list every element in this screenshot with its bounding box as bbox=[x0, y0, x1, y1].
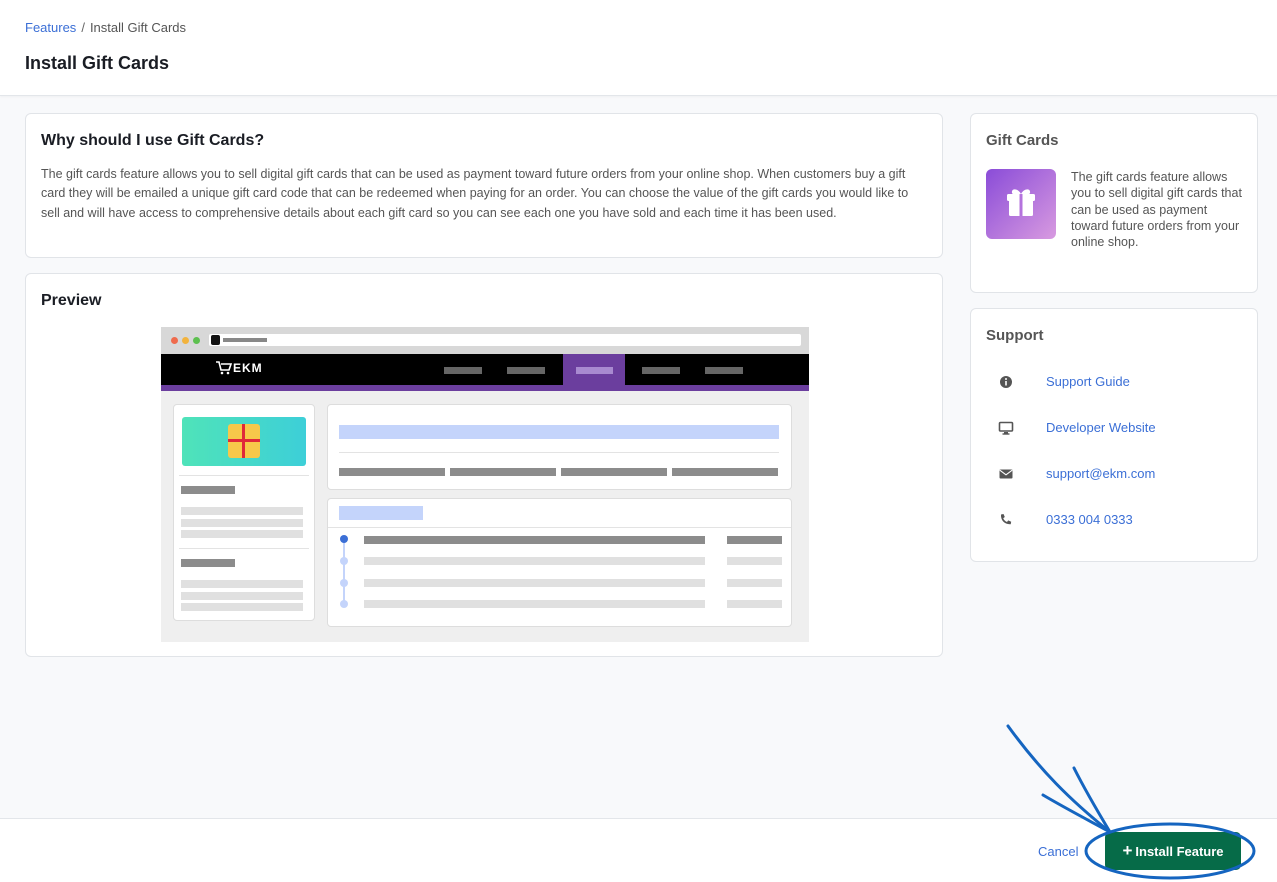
page-title: Install Gift Cards bbox=[25, 53, 170, 73]
cancel-button[interactable]: Cancel bbox=[1038, 844, 1078, 859]
support-email-row[interactable]: support@ekm.com bbox=[986, 464, 1236, 484]
page-header: Features / Install Gift Cards Install Gift… bbox=[0, 0, 1277, 96]
mock-nav-item bbox=[705, 367, 743, 374]
developer-website-link[interactable]: Developer Website bbox=[1046, 420, 1156, 435]
support-guide-link[interactable]: Support Guide bbox=[1046, 374, 1130, 389]
support-phone-row[interactable]: 0333 004 0333 bbox=[986, 510, 1236, 530]
support-email-link[interactable]: support@ekm.com bbox=[1046, 466, 1155, 481]
mock-dot-red bbox=[171, 337, 178, 344]
mock-nav-item bbox=[642, 367, 680, 374]
mock-address-bar bbox=[209, 334, 801, 346]
plus-icon: + bbox=[1122, 841, 1133, 860]
install-feature-label: Install Feature bbox=[1135, 844, 1224, 859]
install-feature-button[interactable]: + Install Feature bbox=[1105, 832, 1241, 870]
mock-nav-item bbox=[507, 367, 545, 374]
breadcrumb: Features / Install Gift Cards bbox=[25, 20, 186, 35]
mock-nav-active bbox=[563, 354, 625, 385]
mock-logo: EKM bbox=[215, 360, 275, 379]
mock-dot-green bbox=[193, 337, 200, 344]
mock-nav-item bbox=[444, 367, 482, 374]
envelope-icon bbox=[998, 466, 1014, 482]
svg-text:EKM: EKM bbox=[233, 361, 263, 375]
monitor-icon bbox=[998, 420, 1014, 436]
annotation-arrow bbox=[1006, 724, 1112, 834]
feature-card-description: The gift cards feature allows you to sel… bbox=[1071, 170, 1242, 250]
info-icon bbox=[998, 374, 1014, 390]
mock-gift-card bbox=[182, 417, 306, 466]
support-phone-link[interactable]: 0333 004 0333 bbox=[1046, 512, 1133, 527]
mock-top-panel bbox=[327, 404, 792, 490]
developer-website-row[interactable]: Developer Website bbox=[986, 418, 1236, 438]
why-title: Why should I use Gift Cards? bbox=[41, 132, 265, 149]
feature-card: Gift Cards The gift cards feature allows… bbox=[970, 113, 1258, 293]
why-body: The gift cards feature allows you to sel… bbox=[41, 167, 909, 220]
feature-card-title: Gift Cards bbox=[986, 132, 1059, 149]
preview-title: Preview bbox=[41, 292, 102, 309]
gift-icon bbox=[986, 169, 1056, 239]
breadcrumb-features-link[interactable]: Features bbox=[25, 20, 76, 35]
preview-card: Preview EKM bbox=[25, 273, 943, 657]
breadcrumb-separator: / bbox=[81, 20, 85, 35]
mock-nav-underline bbox=[161, 385, 809, 391]
support-guide-row[interactable]: Support Guide bbox=[986, 372, 1236, 392]
footer-bar: Cancel + Install Feature bbox=[0, 818, 1277, 882]
breadcrumb-current: Install Gift Cards bbox=[89, 20, 187, 35]
mock-left-panel bbox=[173, 404, 315, 621]
mock-dot-yellow bbox=[182, 337, 189, 344]
support-title: Support bbox=[986, 327, 1044, 344]
phone-icon bbox=[998, 512, 1014, 528]
why-card: Why should I use Gift Cards? The gift ca… bbox=[25, 113, 943, 258]
mock-timeline-panel bbox=[327, 498, 792, 627]
support-card: Support Support Guide Developer Website … bbox=[970, 308, 1258, 562]
preview-image: EKM bbox=[161, 327, 809, 642]
